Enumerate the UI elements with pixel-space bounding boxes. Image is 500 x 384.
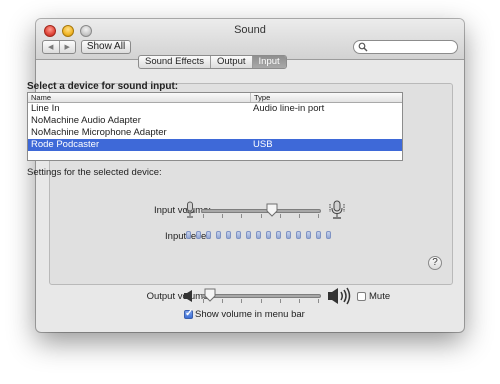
device-settings-label: Settings for the selected device: — [27, 167, 162, 178]
device-list-heading: Select a device for sound input: — [27, 81, 179, 92]
input-volume-knob[interactable] — [266, 203, 278, 217]
output-volume-knob[interactable] — [204, 288, 216, 302]
device-name: Line In — [31, 103, 60, 114]
device-name: NoMachine Audio Adapter — [31, 115, 141, 126]
column-header-type[interactable]: Type — [250, 93, 270, 102]
slider-tick — [261, 299, 262, 303]
level-segment — [186, 231, 191, 239]
device-type: Audio line-in port — [253, 103, 325, 114]
show-all-button[interactable]: Show All — [81, 40, 131, 54]
tab-input[interactable]: Input — [251, 56, 286, 68]
show-volume-label[interactable]: Show volume in menu bar — [195, 309, 305, 320]
slider-tick — [280, 299, 281, 303]
help-button[interactable]: ? — [428, 256, 442, 270]
slider-tick — [222, 299, 223, 303]
mute-checkbox[interactable] — [357, 292, 366, 301]
slider-tick — [280, 214, 281, 218]
level-segment — [276, 231, 281, 239]
window-title: Sound — [234, 24, 266, 36]
table-header: Name Type — [28, 93, 402, 103]
input-volume-track — [201, 209, 321, 213]
slider-tick — [261, 214, 262, 218]
level-segment — [286, 231, 291, 239]
level-segment — [266, 231, 271, 239]
mute-label[interactable]: Mute — [369, 291, 390, 302]
title-bar: Sound ◀ ▶ Show All — [36, 19, 464, 60]
back-icon[interactable]: ◀ — [43, 41, 59, 53]
tab-bar: Sound Effects Output Input — [138, 55, 287, 69]
level-segment — [226, 231, 231, 239]
level-segment — [246, 231, 251, 239]
device-name: Rode Podcaster — [31, 139, 100, 150]
level-segment — [216, 231, 221, 239]
search-field[interactable] — [353, 40, 458, 54]
slider-tick — [299, 214, 300, 218]
input-device-table[interactable]: Name Type Line In Audio line-in port NoM… — [27, 92, 403, 161]
microphone-low-icon — [185, 201, 195, 218]
level-segment — [296, 231, 301, 239]
slider-tick — [318, 299, 319, 303]
output-volume-ticks — [203, 299, 319, 303]
level-segment — [236, 231, 241, 239]
slider-tick — [241, 214, 242, 218]
input-level-meter — [186, 231, 331, 239]
navigation-buttons: ◀ ▶ — [42, 40, 76, 54]
device-type: USB — [253, 139, 273, 150]
level-segment — [206, 231, 211, 239]
column-header-name[interactable]: Name — [31, 93, 51, 102]
table-row[interactable]: Line In Audio line-in port — [28, 103, 402, 115]
speaker-high-icon — [328, 287, 351, 305]
forward-icon[interactable]: ▶ — [58, 41, 76, 53]
slider-tick — [203, 214, 204, 218]
level-segment — [256, 231, 261, 239]
level-segment — [326, 231, 331, 239]
table-row-selected[interactable]: Rode Podcaster USB — [28, 139, 402, 151]
output-volume-track — [201, 294, 321, 298]
slider-tick — [299, 299, 300, 303]
input-volume-ticks — [203, 214, 319, 218]
level-segment — [316, 231, 321, 239]
level-segment — [196, 231, 201, 239]
speaker-low-icon — [184, 290, 192, 302]
tab-output[interactable]: Output — [209, 56, 252, 68]
slider-tick — [222, 214, 223, 218]
microphone-high-icon — [329, 200, 345, 219]
slider-tick — [241, 299, 242, 303]
level-segment — [306, 231, 311, 239]
table-row[interactable]: NoMachine Microphone Adapter — [28, 127, 402, 139]
device-name: NoMachine Microphone Adapter — [31, 127, 167, 138]
tab-sound-effects[interactable]: Sound Effects — [139, 56, 210, 68]
show-volume-checkbox[interactable] — [184, 308, 193, 319]
slider-tick — [318, 214, 319, 218]
table-row[interactable]: NoMachine Audio Adapter — [28, 115, 402, 127]
search-icon — [358, 42, 368, 52]
